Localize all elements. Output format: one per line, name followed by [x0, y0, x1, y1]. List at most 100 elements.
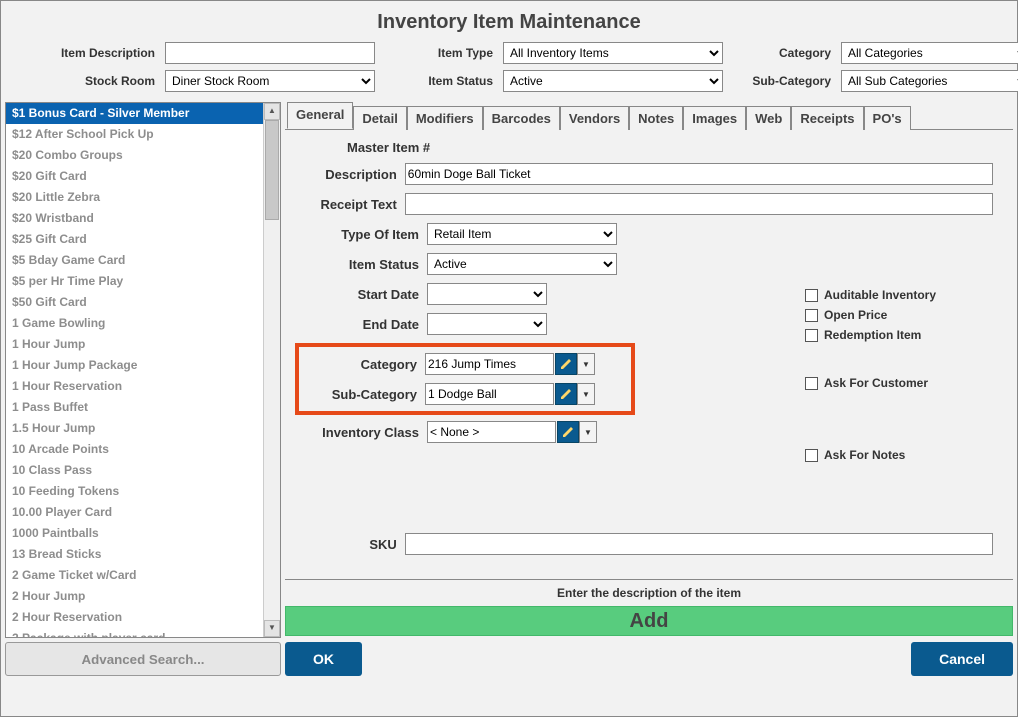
item-type-label: Item Type	[379, 46, 499, 60]
tab-barcodes[interactable]: Barcodes	[483, 106, 560, 130]
scrollbar[interactable]: ▲ ▼	[263, 103, 280, 637]
sub-category-input[interactable]	[425, 383, 554, 405]
list-item[interactable]: 2 Hour Jump	[6, 586, 280, 607]
list-item[interactable]: 1 Hour Reservation	[6, 376, 280, 397]
item-status-label: Item Status	[287, 257, 427, 272]
inventory-class-input[interactable]	[427, 421, 556, 443]
list-item[interactable]: 10.00 Player Card	[6, 502, 280, 523]
inventory-maintenance-window: Inventory Item Maintenance Item Descript…	[0, 0, 1018, 717]
checkbox-group: Auditable Inventory Open Price Redemptio…	[805, 288, 936, 468]
tab-vendors[interactable]: Vendors	[560, 106, 629, 130]
end-date-label: End Date	[287, 317, 427, 332]
item-status-filter-label: Item Status	[379, 74, 499, 88]
item-type-select[interactable]: All Inventory Items	[503, 42, 723, 64]
pencil-icon[interactable]	[557, 421, 579, 443]
list-item[interactable]: 1.5 Hour Jump	[6, 418, 280, 439]
type-of-item-select[interactable]: Retail Item	[427, 223, 617, 245]
start-date-select[interactable]	[427, 283, 547, 305]
scroll-thumb[interactable]	[265, 120, 279, 220]
ask-customer-checkbox[interactable]	[805, 377, 818, 390]
list-item[interactable]: 2 Game Ticket w/Card	[6, 565, 280, 586]
auditable-label: Auditable Inventory	[824, 288, 936, 302]
description-label: Description	[287, 167, 405, 182]
receipt-text-label: Receipt Text	[287, 197, 405, 212]
inventory-class-label: Inventory Class	[287, 425, 427, 440]
ask-customer-label: Ask For Customer	[824, 376, 928, 390]
tab-receipts[interactable]: Receipts	[791, 106, 863, 130]
list-item[interactable]: 10 Class Pass	[6, 460, 280, 481]
item-description-input[interactable]	[165, 42, 375, 64]
item-status-filter-select[interactable]: Active	[503, 70, 723, 92]
dropdown-icon[interactable]: ▼	[579, 421, 597, 443]
sub-category-filter-label: Sub-Category	[727, 74, 837, 88]
list-item[interactable]: $5 per Hr Time Play	[6, 271, 280, 292]
sub-category-filter-select[interactable]: All Sub Categories	[841, 70, 1018, 92]
dropdown-icon[interactable]: ▼	[577, 353, 595, 375]
status-line: Enter the description of the item	[285, 579, 1013, 606]
item-status-select[interactable]: Active	[427, 253, 617, 275]
category-input[interactable]	[425, 353, 554, 375]
list-item[interactable]: 1 Game Bowling	[6, 313, 280, 334]
tab-web[interactable]: Web	[746, 106, 791, 130]
filter-bar: Item Description Item Type All Inventory…	[1, 42, 1017, 102]
tab-detail[interactable]: Detail	[353, 106, 406, 130]
list-item[interactable]: $50 Gift Card	[6, 292, 280, 313]
tab-general[interactable]: General	[287, 102, 353, 129]
ask-notes-checkbox[interactable]	[805, 449, 818, 462]
stock-room-label: Stock Room	[11, 74, 161, 88]
list-item[interactable]: $20 Little Zebra	[6, 187, 280, 208]
category-label: Category	[299, 357, 425, 372]
ok-button[interactable]: OK	[285, 642, 362, 676]
list-item[interactable]: 2 Hour Reservation	[6, 607, 280, 628]
sub-category-label: Sub-Category	[299, 387, 425, 402]
item-listbox[interactable]: $1 Bonus Card - Silver Member$12 After S…	[5, 102, 281, 638]
redemption-checkbox[interactable]	[805, 329, 818, 342]
pencil-icon[interactable]	[555, 383, 577, 405]
category-filter-select[interactable]: All Categories	[841, 42, 1018, 64]
advanced-search-button[interactable]: Advanced Search...	[5, 642, 281, 676]
tabs: GeneralDetailModifiersBarcodesVendorsNot…	[285, 102, 1013, 130]
list-item[interactable]: 10 Feeding Tokens	[6, 481, 280, 502]
redemption-label: Redemption Item	[824, 328, 921, 342]
general-tab-content: Master Item # Description Receipt Text T…	[285, 130, 1013, 575]
start-date-label: Start Date	[287, 287, 427, 302]
cancel-button[interactable]: Cancel	[911, 642, 1013, 676]
scroll-up-icon[interactable]: ▲	[264, 103, 280, 120]
receipt-text-input[interactable]	[405, 193, 993, 215]
tab-pos[interactable]: PO's	[864, 106, 911, 130]
category-filter-label: Category	[727, 46, 837, 60]
list-item[interactable]: $25 Gift Card	[6, 229, 280, 250]
master-item-label: Master Item #	[347, 140, 438, 155]
pencil-icon[interactable]	[555, 353, 577, 375]
list-item[interactable]: 1 Pass Buffet	[6, 397, 280, 418]
detail-panel: GeneralDetailModifiersBarcodesVendorsNot…	[285, 102, 1013, 676]
item-description-label: Item Description	[11, 46, 161, 60]
open-price-checkbox[interactable]	[805, 309, 818, 322]
category-highlight: Category ▼ Sub-Category ▼	[295, 343, 635, 415]
tab-images[interactable]: Images	[683, 106, 746, 130]
auditable-checkbox[interactable]	[805, 289, 818, 302]
list-item[interactable]: $20 Combo Groups	[6, 145, 280, 166]
list-item[interactable]: 1000 Paintballs	[6, 523, 280, 544]
tab-notes[interactable]: Notes	[629, 106, 683, 130]
list-item[interactable]: 13 Bread Sticks	[6, 544, 280, 565]
list-item[interactable]: 1 Hour Jump Package	[6, 355, 280, 376]
list-item[interactable]: $20 Wristband	[6, 208, 280, 229]
ask-notes-label: Ask For Notes	[824, 448, 905, 462]
tab-modifiers[interactable]: Modifiers	[407, 106, 483, 130]
scroll-down-icon[interactable]: ▼	[264, 620, 280, 637]
list-item[interactable]: $5 Bday Game Card	[6, 250, 280, 271]
list-item[interactable]: $12 After School Pick Up	[6, 124, 280, 145]
list-item[interactable]: $1 Bonus Card - Silver Member	[6, 103, 280, 124]
end-date-select[interactable]	[427, 313, 547, 335]
dropdown-icon[interactable]: ▼	[577, 383, 595, 405]
list-item[interactable]: 1 Hour Jump	[6, 334, 280, 355]
sku-input[interactable]	[405, 533, 993, 555]
stock-room-select[interactable]: Diner Stock Room	[165, 70, 375, 92]
add-button[interactable]: Add	[285, 606, 1013, 636]
description-input[interactable]	[405, 163, 993, 185]
window-title: Inventory Item Maintenance	[1, 1, 1017, 42]
list-item[interactable]: $20 Gift Card	[6, 166, 280, 187]
list-item[interactable]: 2 Package with player card	[6, 628, 280, 637]
list-item[interactable]: 10 Arcade Points	[6, 439, 280, 460]
